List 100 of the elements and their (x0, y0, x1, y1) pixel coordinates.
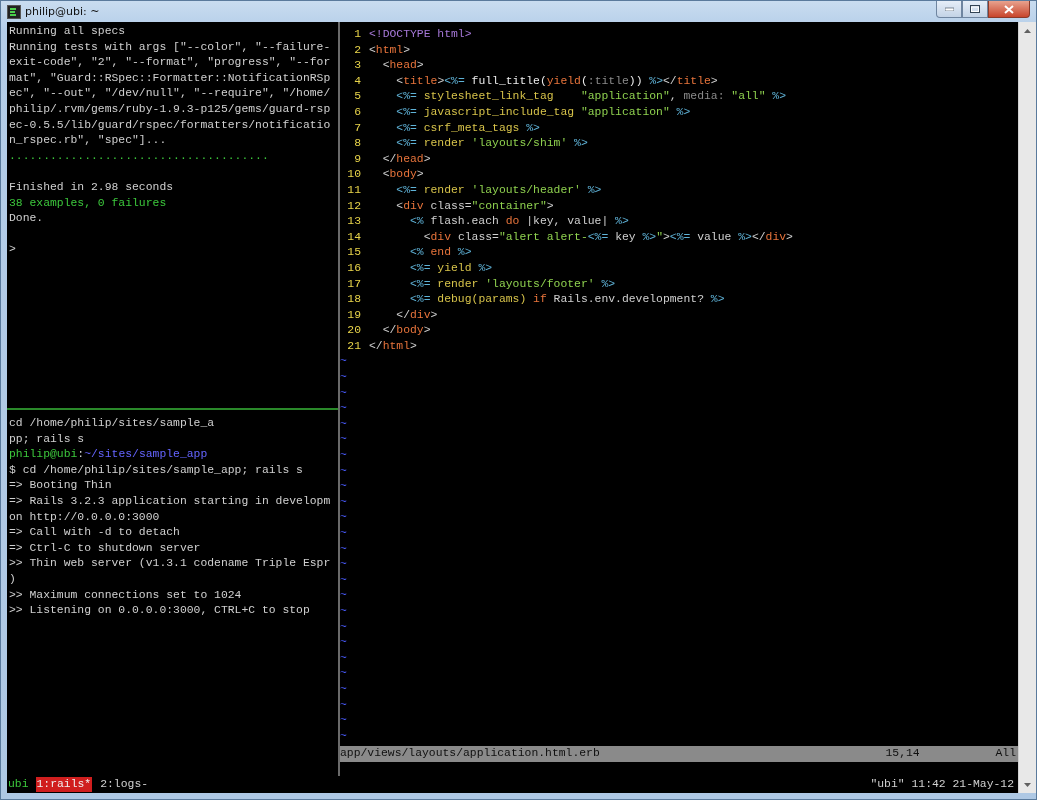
terminal-line: ) (9, 572, 16, 585)
code-line: <%= javascript_include_tag "application" %> (395, 104, 691, 120)
minimize-icon (944, 7, 954, 11)
terminal-icon (7, 4, 21, 19)
terminal-line: on http://0.0.0.0:3000 (9, 510, 160, 523)
window-tab[interactable]: 2:logs- (99, 776, 150, 793)
line-number: 7 (353, 120, 362, 136)
line-number: 19 (346, 307, 362, 323)
empty-line-marker: ~ (340, 527, 347, 539)
empty-line-marker: ~ (340, 636, 347, 649)
line-number: 2 (353, 42, 362, 58)
terminal-line: => Rails 3.2.3 application starting in developm (9, 494, 331, 507)
terminal-line: >> Maximum connections set to 1024 (9, 588, 242, 601)
empty-line-marker: ~ (340, 620, 347, 633)
line-number: 17 (346, 276, 362, 292)
code-line: <% end %> (409, 245, 472, 261)
scrollbar[interactable] (1018, 22, 1036, 793)
code-line: <%= yield %> (409, 260, 493, 276)
line-number: 10 (346, 167, 362, 183)
terminal-line: ec", "--out", "/dev/null", "--require", "/home/ (9, 87, 331, 100)
line-number: 8 (353, 136, 362, 152)
terminal-line: ec-0.5.5/lib/guard/rspec/formatters/notificatio (9, 118, 331, 131)
line-number: 4 (353, 73, 362, 89)
code-line: <!DOCTYPE html> (369, 27, 472, 42)
empty-line-marker: ~ (340, 589, 347, 602)
file-path: app/views/layouts/application.html.erb (340, 746, 601, 762)
code-line: <title><%= full_title(yield(:title)) %></title> (395, 73, 718, 89)
line-number: 16 (346, 260, 362, 276)
line-number: 13 (346, 214, 362, 230)
line-number: 5 (353, 89, 362, 105)
status-info: "ubi" 11:42 21-May-12 (870, 776, 1015, 792)
terminal-line: exit-code", "2", "--format", "progress", "--for (9, 56, 331, 69)
terminal-line: > (9, 243, 16, 256)
line-number: 3 (353, 58, 362, 74)
terminal-line: philip/.rvm/gems/ruby-1.9.3-p125/gems/guard-rsp (9, 102, 331, 115)
empty-line-marker: ~ (340, 449, 347, 462)
terminal-line: philip@ubi:~/sites/sample_app (9, 448, 208, 461)
empty-line-marker: ~ (340, 433, 347, 446)
empty-line-marker: ~ (340, 542, 347, 555)
code-line: </html> (369, 338, 417, 354)
empty-line-marker: ~ (340, 371, 347, 384)
maximize-button[interactable] (962, 1, 988, 18)
line-number: 6 (353, 104, 362, 120)
line-number: 11 (346, 182, 362, 198)
code-line: <% flash.each do |key, value| %> (409, 214, 629, 230)
terminal-line: => Booting Thin (9, 479, 112, 492)
close-icon (1004, 4, 1014, 14)
terminal-line: => Call with -d to detach (9, 526, 180, 539)
code-line: <div class="container"> (395, 198, 554, 214)
empty-line-marker: ~ (340, 464, 347, 477)
code-line: </head> (381, 151, 431, 167)
window-tab[interactable]: 1:rails* (35, 776, 93, 793)
line-number: 15 (346, 245, 362, 261)
empty-line-marker: ~ (340, 667, 347, 680)
terminal-line: => Ctrl-C to shutdown server (9, 541, 201, 554)
window-title: philip@ubi: ~ (25, 5, 101, 18)
line-number: 21 (346, 338, 362, 354)
close-button[interactable] (988, 1, 1030, 18)
empty-line-marker: ~ (340, 386, 347, 399)
line-number: 18 (346, 292, 362, 308)
empty-line-marker: ~ (340, 558, 347, 571)
terminal-line: Finished in 2.98 seconds (9, 180, 174, 193)
empty-line-marker: ~ (340, 729, 347, 742)
terminal-line: >> Listening on 0.0.0.0:3000, CTRL+C to stop (9, 604, 310, 617)
code-line: <%= render 'layouts/header' %> (395, 182, 602, 198)
cursor-position: 15,14 (885, 746, 921, 762)
empty-line-marker: ~ (340, 682, 347, 695)
terminal-line: n_rspec.rb", "spec"]... (9, 134, 167, 147)
empty-line-marker: ~ (340, 511, 347, 524)
empty-line-marker: ~ (340, 495, 347, 508)
code-line: <%= render 'layouts/footer' %> (409, 276, 616, 292)
empty-line-marker: ~ (340, 714, 347, 727)
terminal-line: pp; rails s (9, 432, 85, 445)
code-line: </div> (395, 307, 438, 323)
code-line: </body> (381, 323, 431, 339)
empty-line-marker: ~ (340, 355, 347, 368)
code-line: <html> (369, 42, 411, 58)
empty-line-marker: ~ (340, 402, 347, 415)
session-name: ubi (8, 776, 29, 792)
terminal-line: ...................................... (9, 149, 269, 162)
line-number: 12 (346, 198, 362, 214)
code-line: <%= stylesheet_link_tag "application", media: "all" %> (395, 89, 786, 105)
empty-line-marker: ~ (340, 417, 347, 430)
empty-line-marker: ~ (340, 651, 347, 664)
terminal-line: >> Thin web server (v1.3.1 codename Triple Espr (9, 557, 331, 570)
terminal-line: cd /home/philip/sites/sample_a (9, 417, 215, 429)
terminal-line: Running all specs (9, 25, 126, 37)
up-arrow-icon[interactable] (1024, 28, 1031, 33)
terminal-line: $ cd /home/philip/sites/sample_app; rails s (9, 463, 303, 476)
empty-line-marker: ~ (340, 573, 347, 586)
code-line: <body> (381, 167, 424, 183)
code-line: <%= render 'layouts/shim' %> (395, 136, 588, 152)
down-arrow-icon[interactable] (1024, 782, 1031, 787)
code-line: <div class="alert alert-<%= key %>"><%= value %></div> (422, 229, 793, 245)
terminal-line: Done. (9, 212, 44, 225)
empty-line-marker: ~ (340, 698, 347, 711)
line-number: 1 (353, 27, 362, 42)
line-number: 9 (353, 151, 362, 167)
maximize-icon (970, 5, 980, 13)
terminal-line: 38 examples, 0 failures (9, 196, 167, 209)
